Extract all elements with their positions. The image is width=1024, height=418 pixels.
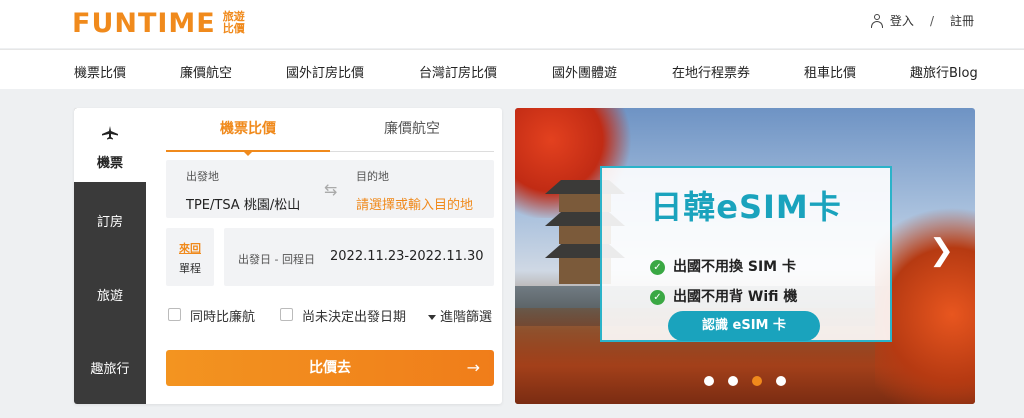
destination-field[interactable]: 請選擇或輸入目的地 <box>356 194 473 213</box>
logo-tagline: 旅遊 比價 <box>222 10 245 35</box>
caret-down-icon <box>428 315 436 320</box>
carousel-dot-active[interactable] <box>752 376 762 386</box>
nav-item-tw-hotels[interactable]: 台灣訂房比價 <box>419 62 497 81</box>
nav-item-group-tours[interactable]: 國外團體遊 <box>552 62 617 81</box>
compare-lcc-checkbox[interactable] <box>168 308 181 321</box>
logo-wordmark: FUNTIME <box>72 7 216 39</box>
promo-carousel[interactable]: 日韓eSIM卡 ✓ 出國不用換 SIM 卡 ✓ 出國不用背 Wifi 機 認識 eS… <box>515 108 975 404</box>
nav-item-intl-hotels[interactable]: 國外訂房比價 <box>286 62 364 81</box>
search-tabs: 機票比價 廉價航空 <box>166 120 494 156</box>
submit-label: 比價去 <box>309 360 351 376</box>
active-tab-caret <box>244 152 252 156</box>
airplane-icon <box>102 126 118 140</box>
undecided-date-label: 尚未決定出發日期 <box>302 310 407 325</box>
destination-label: 目的地 <box>356 170 389 183</box>
carousel-dots <box>704 376 794 388</box>
esim-promo-box: 日韓eSIM卡 ✓ 出國不用換 SIM 卡 ✓ 出國不用背 Wifi 機 認識 eS… <box>600 166 892 342</box>
nav-item-flights[interactable]: 機票比價 <box>74 62 126 81</box>
login-link[interactable]: 登入 <box>890 12 914 29</box>
compare-lcc-label: 同時比廉航 <box>190 310 256 325</box>
one-way-option[interactable]: 單程 <box>166 260 214 276</box>
site-header: FUNTIME 旅遊 比價 登入 / 註冊 <box>0 0 1024 48</box>
user-icon <box>870 13 884 28</box>
advanced-filter-toggle[interactable]: 進階篩選 <box>428 306 492 325</box>
sidebar-item-fun-travel[interactable]: 趣旅行 <box>74 358 146 377</box>
date-field[interactable]: 出發日 - 回程日 2022.11.23-2022.11.30 <box>224 228 494 286</box>
date-label: 出發日 - 回程日 <box>238 253 315 266</box>
site-logo[interactable]: FUNTIME 旅遊 比價 <box>72 6 245 40</box>
origin-field[interactable]: TPE/TSA 桃園/松山 <box>186 194 300 213</box>
nav-item-car-rental[interactable]: 租車比價 <box>804 62 856 81</box>
check-icon: ✓ <box>650 259 665 275</box>
undecided-date-checkbox[interactable] <box>280 308 293 321</box>
sidebar-item-label: 機票 <box>96 156 123 171</box>
date-value: 2022.11.23-2022.11.30 <box>330 249 484 264</box>
sidebar-item-flights[interactable]: 機票 <box>74 108 146 182</box>
sidebar-item-travel[interactable]: 旅遊 <box>74 285 146 304</box>
trip-type-selector: 來回 單程 <box>166 228 214 286</box>
nav-item-lcc[interactable]: 廉價航空 <box>180 62 232 81</box>
promo-title: 日韓eSIM卡 <box>650 188 842 226</box>
learn-esim-button[interactable]: 認識 eSIM 卡 <box>668 311 820 341</box>
swap-icon[interactable]: ⇆ <box>324 180 342 199</box>
tab-divider <box>330 151 494 152</box>
tab-flight-compare[interactable]: 機票比價 <box>166 120 330 152</box>
nav-item-blog[interactable]: 趣旅行Blog <box>910 62 978 81</box>
advanced-filter-label: 進階篩選 <box>440 310 493 325</box>
search-panel: 機票 訂房 旅遊 趣旅行 機票比價 廉價航空 出發地 TPE/TSA 桃園/松山… <box>74 108 502 404</box>
route-fields: 出發地 TPE/TSA 桃園/松山 ⇆ 目的地 請選擇或輸入目的地 <box>166 160 494 218</box>
nav-item-local-tickets[interactable]: 在地行程票券 <box>672 62 750 81</box>
origin-label: 出發地 <box>186 170 219 183</box>
tab-lcc[interactable]: 廉價航空 <box>330 120 494 152</box>
register-link[interactable]: 註冊 <box>950 12 974 29</box>
compare-submit-button[interactable]: 比價去 → <box>166 350 494 386</box>
check-icon: ✓ <box>650 289 665 305</box>
sidebar-item-hotels[interactable]: 訂房 <box>74 211 146 230</box>
promo-bullet: ✓ 出國不用換 SIM 卡 <box>650 256 796 276</box>
promo-bullet: ✓ 出國不用背 Wifi 機 <box>650 286 797 306</box>
search-options: 同時比廉航 尚未決定出發日期 進階篩選 <box>166 306 496 326</box>
arrow-right-icon: → <box>466 358 480 377</box>
main-nav: 機票比價 廉價航空 國外訂房比價 台灣訂房比價 國外團體遊 在地行程票券 租車比… <box>0 49 1024 89</box>
auth-links: 登入 / 註冊 <box>870 12 974 29</box>
carousel-dot[interactable] <box>704 376 714 386</box>
round-trip-option[interactable]: 來回 <box>166 240 214 256</box>
auth-separator: / <box>929 13 934 28</box>
carousel-dot[interactable] <box>728 376 738 386</box>
category-sidebar: 機票 訂房 旅遊 趣旅行 <box>74 108 146 404</box>
carousel-dot[interactable] <box>776 376 786 386</box>
chevron-right-icon[interactable]: ❯ <box>929 233 954 268</box>
